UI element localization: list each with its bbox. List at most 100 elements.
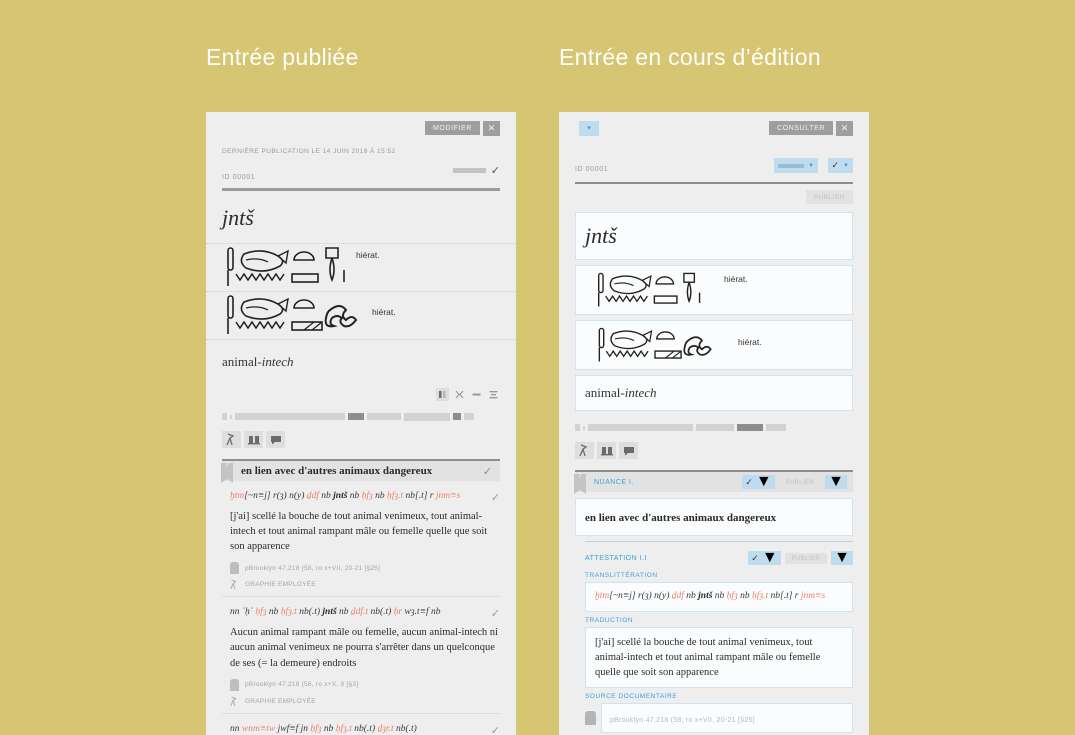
nuance-check-icon: ✓ — [482, 465, 492, 478]
book-icon[interactable] — [597, 442, 616, 459]
consulter-button[interactable]: CONSULTER — [768, 121, 833, 135]
hierat-label-2: hiérat. — [738, 337, 762, 347]
glyph-row-2: hiérat. — [206, 291, 516, 339]
chevron-down-icon: ▼ — [808, 162, 814, 169]
last-publication-text: DERNIÈRE PUBLICATION LE 14 JUIN 2018 À 1… — [222, 148, 396, 155]
bird-glyph-icon — [230, 579, 237, 590]
align-center-icon[interactable] — [470, 388, 483, 401]
source-text: pBrooklyn 47.218 (58, ro x+X, 8 [§3] — [245, 681, 359, 689]
transliteration-value: ḫtm[~n≡j] r(ȝ) n(y) ḏdf nb jntš nb ḥfȝ n… — [595, 591, 826, 601]
lemma-input[interactable]: jntš — [575, 212, 853, 260]
left-toolbar: MODIFIER ✕ — [206, 112, 516, 146]
hieroglyph-group-1 — [227, 247, 345, 286]
published-entry-panel: MODIFIER ✕ DERNIÈRE PUBLICATION LE 14 JU… — [206, 112, 516, 735]
glyph-input-2[interactable]: hiérat. — [575, 320, 853, 370]
align-left-icon[interactable] — [436, 388, 449, 401]
attestation-label: ATTESTATION I.I — [585, 554, 647, 562]
hierat-label-2: hiérat. — [372, 307, 396, 317]
graphie-label: GRAPHIE EMPLOYÉE — [245, 697, 316, 705]
document-icon — [230, 562, 239, 575]
transliteration-text: nn ʿḥʿ ḥfȝ nb ḥfȝ.t nb(.t) jntš nb ḏdf.t… — [230, 607, 441, 618]
page-title-left: Entrée publiée — [206, 44, 359, 70]
entry-id-label: ID 00001 — [222, 174, 256, 181]
redacted-text-line — [206, 401, 516, 421]
attestation-validate-dropdown[interactable]: ✓ ▼ — [748, 549, 781, 566]
source-line: pBrooklyn 47.218 (58, ro x+VII, 20-21 [§… — [230, 562, 500, 575]
source-value: pBrooklyn 47.218 (58, ro x+VII, 20-21 [§… — [610, 717, 755, 725]
align-justify-icon[interactable] — [453, 388, 466, 401]
header-divider — [575, 182, 853, 184]
attestation-header[interactable]: ATTESTATION I.I ✓ ▼ PUBLIER ▼ — [585, 548, 853, 568]
field-label-translitteration: TRANSLITTÉRATION — [585, 572, 658, 579]
translation-text: [j'ai] scellé la bouche de tout animal v… — [230, 510, 488, 553]
document-icon — [230, 678, 239, 691]
source-input[interactable]: pBrooklyn 47.218 (58, ro x+VII, 20-21 [§… — [601, 703, 853, 734]
glyph-row-1: hiérat. — [206, 243, 516, 291]
attestation-publier-button[interactable]: PUBLIER — [784, 552, 828, 564]
id-row: ID 00001 ▼ ✓ ▼ — [559, 158, 869, 176]
gloss-row: animal-intech — [206, 339, 516, 384]
redacted-text-line — [559, 416, 869, 432]
graphie-line: GRAPHIE EMPLOYÉE — [230, 696, 500, 707]
attestation-divider — [585, 541, 853, 542]
hierat-label-1: hiérat. — [724, 274, 748, 284]
comment-icon[interactable] — [619, 442, 638, 459]
hierat-label-1: hiérat. — [356, 250, 380, 260]
modifier-button[interactable]: MODIFIER — [424, 121, 480, 135]
hieroglyph-group-2 — [227, 295, 358, 334]
transliteration-input[interactable]: ḫtm[~n≡j] r(ȝ) n(y) ḏdf nb jntš nb ḥfȝ n… — [585, 582, 853, 612]
bird-glyph-icon[interactable] — [222, 431, 241, 448]
close-icon[interactable]: ✕ — [483, 121, 500, 136]
page-title-right: Entrée en cours d’édition — [559, 44, 821, 70]
attestation-more-dropdown[interactable]: ▼ — [831, 549, 853, 566]
field-label-traduction: TRADUCTION — [585, 616, 634, 624]
attestation-check-icon: ✓ — [490, 492, 500, 504]
chevron-down-icon[interactable]: ▾ — [579, 121, 599, 136]
bookmark-flag-icon: 7 — [221, 463, 233, 483]
gloss-input[interactable]: animal-intech — [575, 375, 853, 411]
hieroglyph-group-1 — [598, 272, 701, 307]
attestation-check-icon: ✓ — [490, 608, 500, 621]
attestation-controls: ✓ ▼ PUBLIER ▼ — [748, 549, 853, 566]
right-icon-bar — [559, 432, 869, 459]
nuance-value: en lien avec d'autres animaux dangereux — [585, 512, 777, 524]
gloss-italic: intech — [624, 385, 657, 400]
bookmark-flag-icon: 7 — [574, 474, 586, 494]
nuance-value-input[interactable]: en lien avec d'autres animaux dangereux — [575, 498, 853, 536]
align-right-icon[interactable] — [487, 388, 500, 401]
nuance-publier-button[interactable]: PUBLIER — [778, 476, 822, 488]
nuance-header[interactable]: 7 en lien avec d'autres animaux dangereu… — [221, 459, 500, 483]
right-toolbar: ▾ CONSULTER ✕ — [559, 112, 869, 146]
status-dropdown[interactable]: ▼ — [774, 158, 818, 173]
comment-icon[interactable] — [266, 431, 285, 448]
publish-row: PUBLIER — [559, 190, 869, 212]
book-icon[interactable] — [244, 431, 263, 448]
glyph-input-1[interactable]: hiérat. — [575, 265, 853, 315]
hieroglyph-group-2 — [598, 327, 712, 362]
redacted-status-label — [778, 163, 805, 168]
gloss-italic: intech — [261, 354, 294, 369]
attestation-block: ✓ nn ʿḥʿ ḥfȝ nb ḥfȝ.t nb(.t) jntš nb ḏdf… — [206, 597, 516, 712]
nuance-more-dropdown[interactable]: ▼ — [825, 473, 847, 490]
nuance-controls: ✓ ▼ PUBLIER ▼ — [742, 473, 847, 490]
transliteration-text: nn wnm≡tw jwf≡f jn ḥfȝ nb ḥfȝ.t nb(.t) ḏ… — [230, 723, 417, 734]
lemma-value: jntš — [585, 223, 617, 248]
chevron-down-icon: ▼ — [843, 162, 849, 169]
source-line: pBrooklyn 47.218 (58, ro x+X, 8 [§3] — [230, 678, 500, 691]
right-form: jntš hiérat. hiérat. animal-intech — [559, 212, 869, 411]
close-icon[interactable]: ✕ — [836, 121, 853, 136]
gloss-prefix: animal- — [585, 385, 625, 400]
nuance-header[interactable]: 7 NUANCE I. ✓ ▼ PUBLIER ▼ — [574, 470, 853, 494]
alignment-toolbar — [206, 384, 516, 401]
attestation-check-icon: ✓ — [490, 724, 500, 735]
gloss-prefix: animal- — [222, 354, 262, 369]
publier-button[interactable]: PUBLIER — [805, 190, 853, 204]
entry-id-label: ID 00001 — [575, 166, 609, 173]
traduction-input[interactable]: [j'ai] scellé la bouche de tout animal v… — [585, 626, 853, 689]
source-row: pBrooklyn 47.218 (58, ro x+VII, 20-21 [§… — [585, 703, 853, 734]
validated-check-icon: ✓ — [490, 165, 500, 177]
validate-dropdown[interactable]: ✓ ▼ — [827, 158, 853, 173]
nuance-validate-dropdown[interactable]: ✓ ▼ — [742, 473, 775, 490]
traduction-value: [j'ai] scellé la bouche de tout animal v… — [595, 636, 821, 679]
bird-glyph-icon[interactable] — [575, 442, 594, 459]
